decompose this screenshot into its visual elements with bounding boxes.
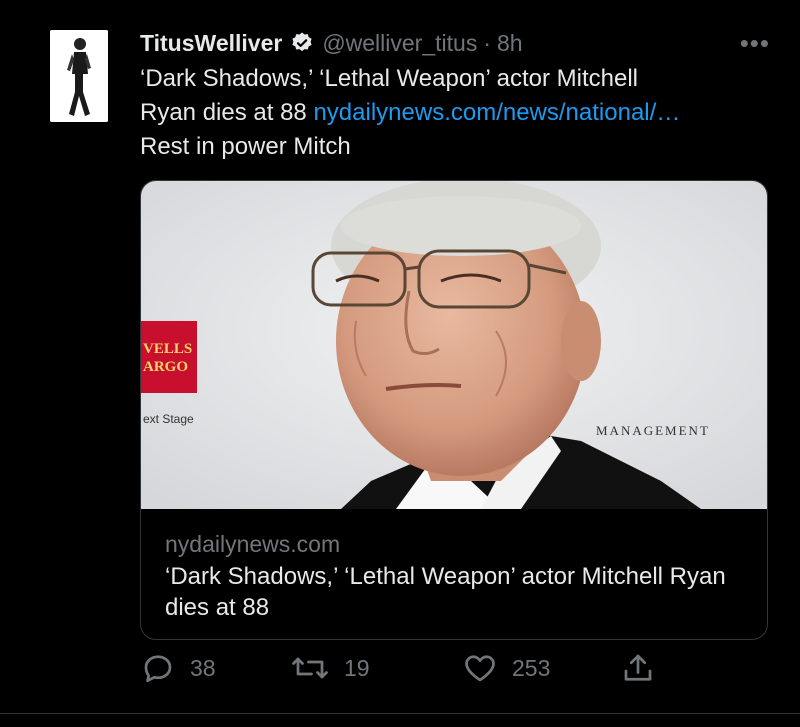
tweet-actions: 38 19 253 [140,650,700,694]
card-domain: nydailynews.com [165,531,341,557]
tweet-text: ‘Dark Shadows,’ ‘Lethal Weapon’ actor Mi… [140,62,780,164]
retweet-count: 19 [344,654,370,681]
like-count: 253 [512,654,551,681]
more-options-icon[interactable]: ••• [740,28,770,59]
stage-text: ext Stage [143,412,194,426]
user-handle[interactable]: @welliver_titus [322,30,477,57]
share-icon [624,654,652,681]
card-image: VELLS ARGO ext Stage MANAGEMENT [141,181,767,509]
link-preview-card[interactable]: VELLS ARGO ext Stage MANAGEMENT nydailyn… [140,180,768,640]
avatar[interactable] [50,30,108,122]
share-button[interactable] [620,650,670,686]
management-text: MANAGEMENT [596,423,710,438]
retweet-icon [292,657,328,679]
avatar-figure-icon [50,30,108,122]
divider [0,713,800,714]
display-name[interactable]: TitusWelliver [140,30,282,57]
article-link[interactable]: nydailynews.com/news/national/… [313,99,680,126]
verified-badge-icon [290,31,314,55]
tweet-header: TitusWelliver @welliver_titus · 8h ••• [140,28,780,58]
tweet-text-line1: ‘Dark Shadows,’ ‘Lethal Weapon’ actor Mi… [140,65,639,92]
sign-text-1: VELLS [143,341,192,357]
card-title: ‘Dark Shadows,’ ‘Lethal Weapon’ actor Mi… [165,563,726,621]
separator-dot: · [483,29,491,56]
reply-count: 38 [190,654,216,681]
tweet-text-line2: Ryan dies at 88 nydailynews.com/news/nat… [140,96,780,130]
sign-text-2: ARGO [143,359,188,375]
timestamp[interactable]: 8h [497,30,523,57]
tweet-text-line3: Rest in power Mitch [140,133,351,160]
heart-icon [465,655,495,682]
reply-button[interactable]: 38 [140,650,216,686]
like-button[interactable]: 253 [462,650,550,686]
retweet-button[interactable]: 19 [290,650,370,686]
reply-icon [144,655,172,683]
tweet-text-line2-prefix: Ryan dies at 88 [140,99,307,126]
